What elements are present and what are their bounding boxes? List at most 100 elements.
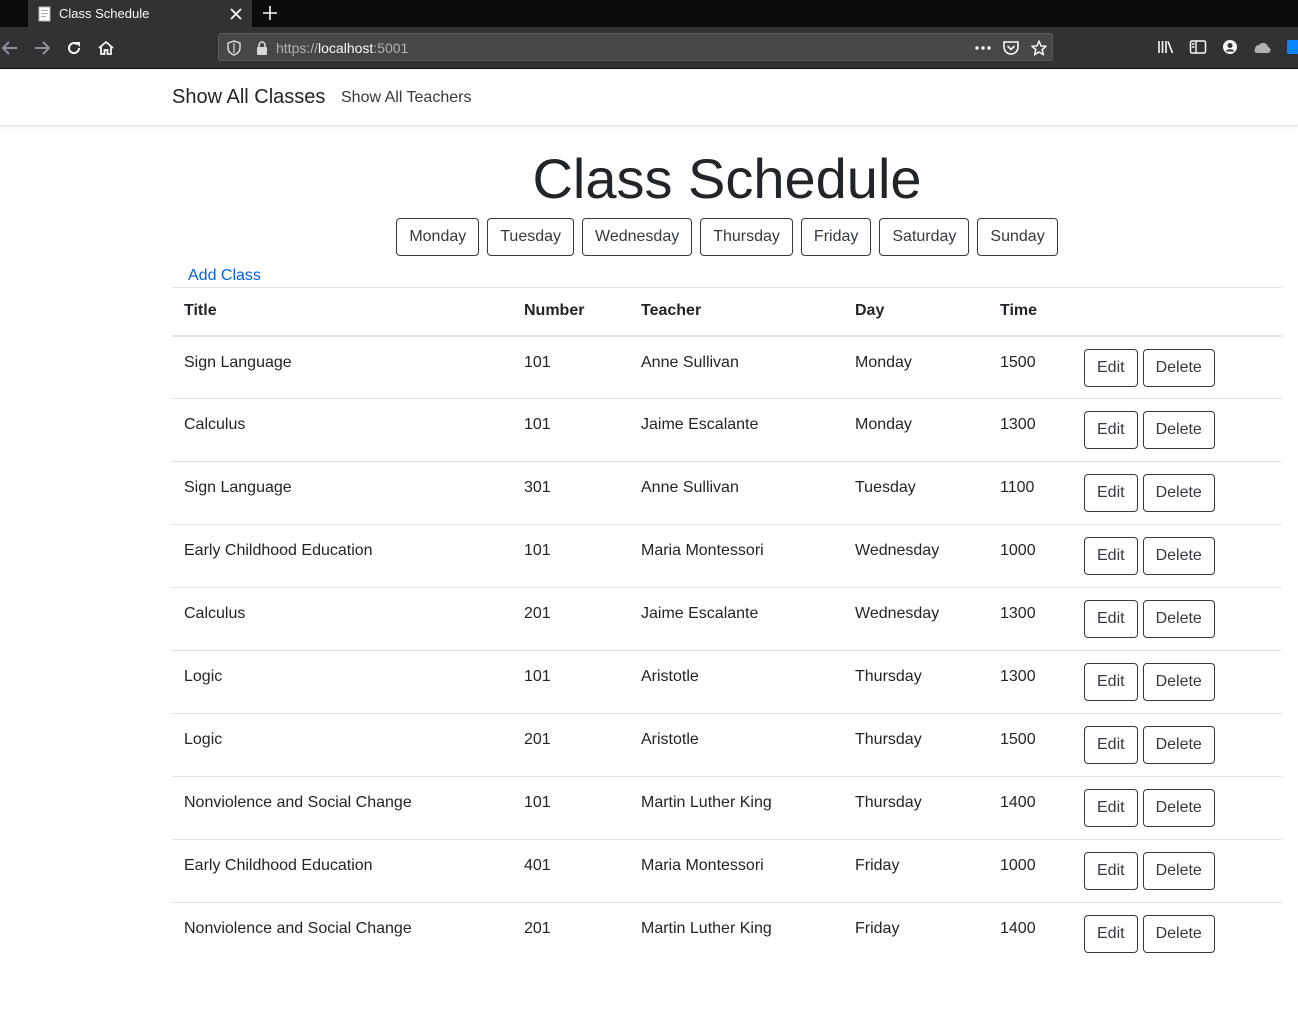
cell-time: 1400 — [988, 902, 1072, 966]
cell-number: 401 — [512, 839, 629, 903]
cell-actions: Edit Delete — [1072, 902, 1282, 966]
cell-teacher: Maria Montessori — [629, 839, 843, 903]
sidebar-icon[interactable] — [1187, 36, 1209, 58]
cell-day: Friday — [843, 902, 988, 966]
cell-number: 201 — [512, 902, 629, 966]
extension-icon[interactable] — [1251, 36, 1273, 58]
cell-actions: Edit Delete — [1072, 839, 1282, 903]
cell-time: 1300 — [988, 650, 1072, 714]
table-header-row: Title Number Teacher Day Time — [172, 287, 1282, 337]
cell-day: Thursday — [843, 776, 988, 840]
add-class-link[interactable]: Add Class — [188, 267, 261, 285]
day-button-sunday[interactable]: Sunday — [977, 218, 1058, 256]
pocket-icon[interactable] — [1001, 38, 1021, 58]
header-number: Number — [512, 287, 629, 337]
home-icon[interactable] — [92, 34, 120, 62]
close-tab-icon[interactable] — [224, 2, 248, 26]
cell-teacher: Anne Sullivan — [629, 335, 843, 399]
cell-teacher: Jaime Escalante — [629, 398, 843, 462]
url-text: https://localhost:5001 — [276, 40, 408, 56]
delete-button[interactable]: Delete — [1142, 852, 1215, 890]
bookmark-star-icon[interactable] — [1029, 38, 1049, 58]
edit-button[interactable]: Edit — [1084, 789, 1138, 827]
edit-button[interactable]: Edit — [1084, 348, 1138, 387]
edit-button[interactable]: Edit — [1084, 411, 1138, 449]
page-actions-icon[interactable] — [973, 38, 993, 58]
cell-time: 1300 — [988, 587, 1072, 651]
cell-title: Nonviolence and Social Change — [172, 902, 512, 966]
url-port: :5001 — [373, 40, 409, 56]
page-icon — [38, 6, 52, 22]
delete-button[interactable]: Delete — [1142, 915, 1215, 953]
cell-actions: Edit Delete — [1072, 461, 1282, 525]
page-title: Class Schedule — [532, 147, 922, 210]
browser-tab[interactable]: Class Schedule — [28, 0, 252, 27]
delete-button[interactable]: Delete — [1142, 789, 1215, 827]
forward-icon[interactable] — [28, 34, 56, 62]
cell-title: Calculus — [172, 398, 512, 462]
header-teacher: Teacher — [629, 287, 843, 337]
day-button-monday[interactable]: Monday — [396, 218, 480, 256]
delete-button[interactable]: Delete — [1142, 600, 1215, 638]
table-row: Calculus 101 Jaime Escalante Monday 1300 Edit… — [172, 398, 1282, 462]
new-tab-icon[interactable] — [257, 0, 283, 26]
edit-button[interactable]: Edit — [1084, 915, 1138, 953]
edit-button[interactable]: Edit — [1084, 663, 1138, 701]
cell-title: Logic — [172, 713, 512, 777]
library-icon[interactable] — [1155, 36, 1177, 58]
edit-button[interactable]: Edit — [1084, 474, 1138, 512]
cell-day: Thursday — [843, 650, 988, 714]
day-button-thursday[interactable]: Thursday — [700, 218, 793, 256]
delete-button[interactable]: Delete — [1142, 663, 1215, 701]
cell-number: 201 — [512, 713, 629, 777]
show-all-classes-link[interactable]: Show All Classes — [172, 86, 325, 109]
cell-number: 101 — [512, 398, 629, 462]
back-icon[interactable] — [0, 34, 24, 62]
cell-time: 1400 — [988, 776, 1072, 840]
table-row: Logic 201 Aristotle Thursday 1500 Edit Delete — [172, 713, 1282, 777]
cell-day: Thursday — [843, 713, 988, 777]
delete-button[interactable]: Delete — [1142, 348, 1215, 387]
delete-button[interactable]: Delete — [1142, 474, 1215, 512]
day-button-friday[interactable]: Friday — [800, 218, 872, 256]
account-icon[interactable] — [1219, 36, 1241, 58]
cell-teacher: Maria Montessori — [629, 524, 843, 588]
header-time: Time — [988, 287, 1072, 337]
tab-title: Class Schedule — [59, 6, 150, 21]
overflow-extension-icon[interactable] — [1283, 36, 1298, 58]
cell-number: 201 — [512, 587, 629, 651]
cell-title: Early Childhood Education — [172, 524, 512, 588]
browser-tab-bar: Class Schedule — [0, 0, 1298, 27]
address-bar[interactable]: https://localhost:5001 — [218, 33, 1053, 61]
cell-teacher: Aristotle — [629, 713, 843, 777]
cell-day: Wednesday — [843, 524, 988, 588]
cell-number: 101 — [512, 650, 629, 714]
cell-actions: Edit Delete — [1072, 776, 1282, 840]
edit-button[interactable]: Edit — [1084, 600, 1138, 638]
edit-button[interactable]: Edit — [1084, 852, 1138, 890]
header-title: Title — [172, 287, 512, 337]
day-button-saturday[interactable]: Saturday — [879, 218, 970, 256]
cell-actions: Edit Delete — [1072, 713, 1282, 777]
day-button-tuesday[interactable]: Tuesday — [487, 218, 575, 256]
table-row: Calculus 201 Jaime Escalante Wednesday 1300 E… — [172, 587, 1282, 651]
cell-actions: Edit Delete — [1072, 335, 1282, 399]
show-all-teachers-link[interactable]: Show All Teachers — [341, 89, 471, 107]
cell-day: Monday — [843, 335, 988, 399]
tracking-shield-icon[interactable] — [224, 38, 244, 58]
edit-button[interactable]: Edit — [1084, 537, 1138, 575]
cell-time: 1000 — [988, 839, 1072, 903]
lock-icon[interactable] — [252, 38, 272, 58]
table-row: Logic 101 Aristotle Thursday 1300 Edit Delete — [172, 650, 1282, 714]
delete-button[interactable]: Delete — [1142, 411, 1215, 449]
reload-icon[interactable] — [60, 34, 88, 62]
edit-button[interactable]: Edit — [1084, 726, 1138, 764]
cell-title: Nonviolence and Social Change — [172, 776, 512, 840]
cell-time: 1500 — [988, 713, 1072, 777]
cell-teacher: Anne Sullivan — [629, 461, 843, 525]
delete-button[interactable]: Delete — [1142, 537, 1215, 575]
class-table-body: Sign Language 101 Anne Sullivan Monday 1500 E… — [172, 335, 1282, 966]
delete-button[interactable]: Delete — [1142, 726, 1215, 764]
url-scheme: https:// — [276, 40, 319, 56]
day-button-wednesday[interactable]: Wednesday — [582, 218, 693, 256]
